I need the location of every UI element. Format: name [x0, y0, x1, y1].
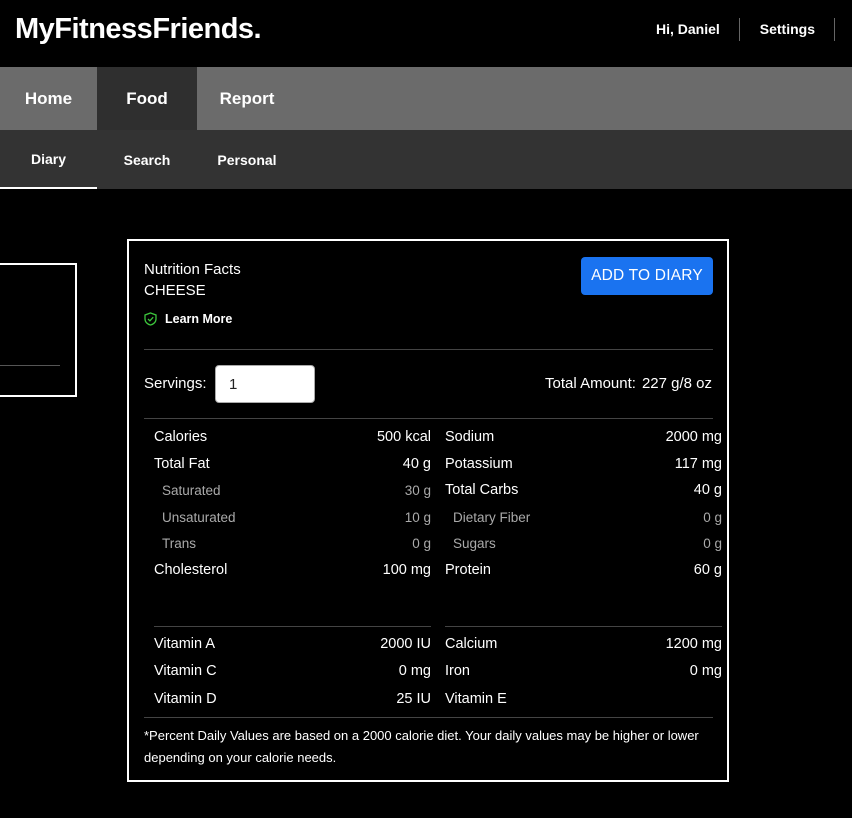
- nutrient-value: 0 g: [412, 536, 431, 552]
- nutrient-label: Iron: [445, 663, 470, 680]
- nutrient-row-saturated: Saturated 30 g: [154, 477, 431, 504]
- nutrient-label: Sodium: [445, 429, 495, 446]
- nutrient-label: Calcium: [445, 635, 498, 652]
- nutrient-label: Vitamin A: [154, 635, 215, 652]
- servings-label: Servings:: [144, 375, 207, 392]
- vitamins-left-column: Vitamin A 2000 IU Vitamin C 0 mg Vitamin D…: [154, 630, 431, 713]
- top-bar: MyFitnessFriends. Hi, Daniel Settings: [0, 0, 852, 67]
- total-amount-label: Total Amount:: [545, 375, 636, 392]
- nutrition-heading: Nutrition Facts: [144, 261, 241, 278]
- nutrient-label: Saturated: [162, 482, 221, 498]
- user-greeting[interactable]: Hi, Daniel: [656, 18, 740, 41]
- learn-more-label: Learn More: [165, 312, 233, 326]
- divider: [144, 349, 713, 350]
- nutrient-value: 60 g: [693, 562, 722, 579]
- nutrient-row-potassium: Potassium 117 mg: [445, 451, 722, 478]
- nutrient-value: 25 IU: [396, 690, 431, 707]
- nutrient-row-sugars: Sugars 0 g: [445, 530, 722, 557]
- sub-nav: Diary Search Personal: [0, 130, 852, 189]
- tab-home[interactable]: Home: [0, 67, 97, 130]
- nutrient-row-total-fat: Total Fat 40 g: [154, 451, 431, 478]
- total-amount-value: 227 g/8 oz: [641, 375, 712, 392]
- subtab-personal[interactable]: Personal: [197, 130, 297, 189]
- panel-divider: [0, 365, 60, 366]
- food-name: CHEESE: [144, 282, 206, 299]
- macros-left-column: Calories 500 kcal Total Fat 40 g Saturated…: [154, 424, 431, 584]
- add-to-diary-button[interactable]: ADD TO DIARY: [581, 257, 713, 295]
- nutrient-value: 0 g: [703, 536, 722, 552]
- nutrient-row-vitamin-a: Vitamin A 2000 IU: [154, 630, 431, 658]
- nutrient-row-protein: Protein 60 g: [445, 557, 722, 584]
- nutrient-row-trans: Trans 0 g: [154, 530, 431, 557]
- tab-food[interactable]: Food: [97, 67, 197, 130]
- divider: [445, 626, 722, 627]
- nutrient-value: 30 g: [404, 482, 431, 498]
- nutrient-row-dietary-fiber: Dietary Fiber 0 g: [445, 504, 722, 531]
- macros-right-column: Sodium 2000 mg Potassium 117 mg Total Carb…: [445, 424, 722, 584]
- nutrient-row-sodium: Sodium 2000 mg: [445, 424, 722, 451]
- nutrient-value: 0 mg: [689, 663, 722, 680]
- nutrient-row-calcium: Calcium 1200 mg: [445, 630, 722, 658]
- nutrient-label: Dietary Fiber: [453, 509, 531, 525]
- subtab-diary[interactable]: Diary: [0, 130, 97, 189]
- nutrient-row-vitamin-c: Vitamin C 0 mg: [154, 658, 431, 686]
- nutrient-value: 117 mg: [674, 455, 722, 472]
- user-nav: Hi, Daniel Settings: [656, 18, 835, 41]
- brand-logo[interactable]: MyFitnessFriends.: [15, 13, 262, 46]
- nutrient-row-unsaturated: Unsaturated 10 g: [154, 504, 431, 531]
- vitamins-right-column: Calcium 1200 mg Iron 0 mg Vitamin E: [445, 630, 722, 713]
- nutrient-label: Cholesterol: [154, 562, 228, 579]
- divider: [144, 418, 713, 419]
- nutrient-label: Trans: [162, 536, 197, 552]
- servings-input[interactable]: [215, 365, 315, 403]
- nutrient-label: Potassium: [445, 455, 513, 472]
- nutrient-label: Vitamin C: [154, 663, 217, 680]
- nutrient-label: Protein: [445, 562, 491, 579]
- nutrient-row-calories: Calories 500 kcal: [154, 424, 431, 451]
- nutrient-label: Unsaturated: [162, 509, 236, 525]
- nutrient-label: Vitamin D: [154, 690, 217, 707]
- partial-panel: [0, 263, 77, 397]
- nutrition-title-block: Nutrition Facts CHEESE: [144, 259, 241, 301]
- divider: [154, 626, 431, 627]
- nutrient-row-cholesterol: Cholesterol 100 mg: [154, 557, 431, 584]
- nutrient-row-vitamin-d: Vitamin D 25 IU: [154, 685, 431, 713]
- divider: [144, 717, 713, 718]
- shield-check-icon: [144, 312, 157, 326]
- tab-report[interactable]: Report: [197, 67, 297, 130]
- nutrient-label: Total Carbs: [445, 482, 519, 499]
- nutrient-value: 10 g: [404, 509, 431, 525]
- nutrient-value: 0 mg: [398, 663, 431, 680]
- nutrient-label: Vitamin E: [445, 690, 507, 707]
- daily-values-footnote: *Percent Daily Values are based on a 200…: [144, 728, 699, 765]
- nutrient-value: 500 kcal: [376, 429, 431, 446]
- nutrient-label: Sugars: [453, 536, 496, 552]
- nutrient-value: 100 mg: [382, 562, 431, 579]
- nutrition-facts-card: Nutrition Facts CHEESE Learn More ADD TO…: [127, 239, 729, 782]
- subtab-search[interactable]: Search: [97, 130, 197, 189]
- nutrient-label: Calories: [154, 429, 208, 446]
- settings-link[interactable]: Settings: [740, 18, 835, 41]
- nutrient-value: 40 g: [693, 482, 722, 499]
- learn-more-link[interactable]: Learn More: [144, 312, 232, 326]
- nutrient-value: 40 g: [402, 455, 431, 472]
- main-nav: Home Food Report: [0, 67, 852, 130]
- nutrient-value: 2000 mg: [665, 429, 722, 446]
- nutrient-value: 1200 mg: [665, 635, 722, 652]
- nutrient-value: 0 g: [703, 509, 722, 525]
- nutrient-row-vitamin-e: Vitamin E: [445, 685, 722, 713]
- nutrient-row-iron: Iron 0 mg: [445, 658, 722, 686]
- nutrient-row-total-carbs: Total Carbs 40 g: [445, 477, 722, 504]
- nutrient-value: 2000 IU: [380, 635, 431, 652]
- nutrient-label: Total Fat: [154, 455, 210, 472]
- total-amount: Total Amount: 227 g/8 oz: [545, 375, 712, 392]
